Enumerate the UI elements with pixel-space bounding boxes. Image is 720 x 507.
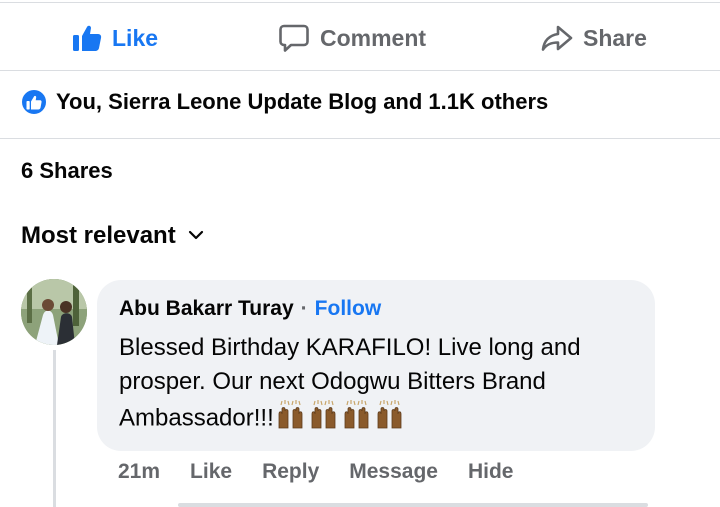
- comment-reply-button[interactable]: Reply: [262, 460, 319, 484]
- comment-timestamp: 21m: [118, 460, 161, 483]
- comment-actions: 21m Like Reply Message Hide: [118, 460, 543, 484]
- reactions-divider: [0, 138, 720, 139]
- thumbs-up-icon: [20, 88, 48, 116]
- raising-hands-icon: [276, 399, 410, 439]
- comment-like-button[interactable]: Like: [190, 460, 232, 484]
- reply-input-edge: [178, 503, 648, 507]
- thread-line: [53, 350, 56, 507]
- comment-button[interactable]: Comment: [278, 14, 426, 62]
- avatar[interactable]: [21, 279, 87, 345]
- comment-bubble: Abu Bakarr Turay · Follow Blessed Birthd…: [97, 280, 655, 451]
- thumbs-up-icon: [72, 24, 102, 52]
- comment-body: Blessed Birthday KARAFILO! Live long and…: [119, 331, 649, 439]
- comment-header: Abu Bakarr Turay · Follow: [119, 297, 635, 321]
- post-action-bar: Like Comment Share: [0, 14, 720, 62]
- comment-hide-button[interactable]: Hide: [468, 460, 514, 484]
- like-button[interactable]: Like: [72, 14, 158, 62]
- raising-hands-emoji: [377, 400, 402, 429]
- comment-label: Comment: [320, 24, 427, 51]
- separator-dot: ·: [300, 297, 308, 320]
- follow-button[interactable]: Follow: [315, 297, 382, 321]
- share-label: Share: [583, 24, 647, 51]
- actions-divider: [0, 70, 720, 71]
- reaction-summary[interactable]: You, Sierra Leone Update Blog and 1.1K o…: [20, 88, 548, 116]
- reaction-summary-text: You, Sierra Leone Update Blog and 1.1K o…: [56, 89, 549, 114]
- comment-message-button[interactable]: Message: [349, 460, 438, 484]
- speech-bubble-icon: [278, 23, 310, 53]
- like-label: Like: [112, 24, 159, 51]
- comment-author[interactable]: Abu Bakarr Turay: [119, 297, 294, 321]
- raising-hands-emoji: [311, 400, 336, 429]
- share-button[interactable]: Share: [541, 14, 647, 62]
- raising-hands-emoji: [278, 400, 303, 429]
- share-arrow-icon: [541, 24, 573, 52]
- sort-label: Most relevant: [21, 222, 176, 249]
- raising-hands-emoji: [344, 400, 369, 429]
- top-divider: [0, 2, 720, 3]
- chevron-down-icon: [188, 227, 204, 245]
- share-count[interactable]: 6 Shares: [21, 158, 113, 184]
- comment-sort-dropdown[interactable]: Most relevant: [21, 222, 204, 250]
